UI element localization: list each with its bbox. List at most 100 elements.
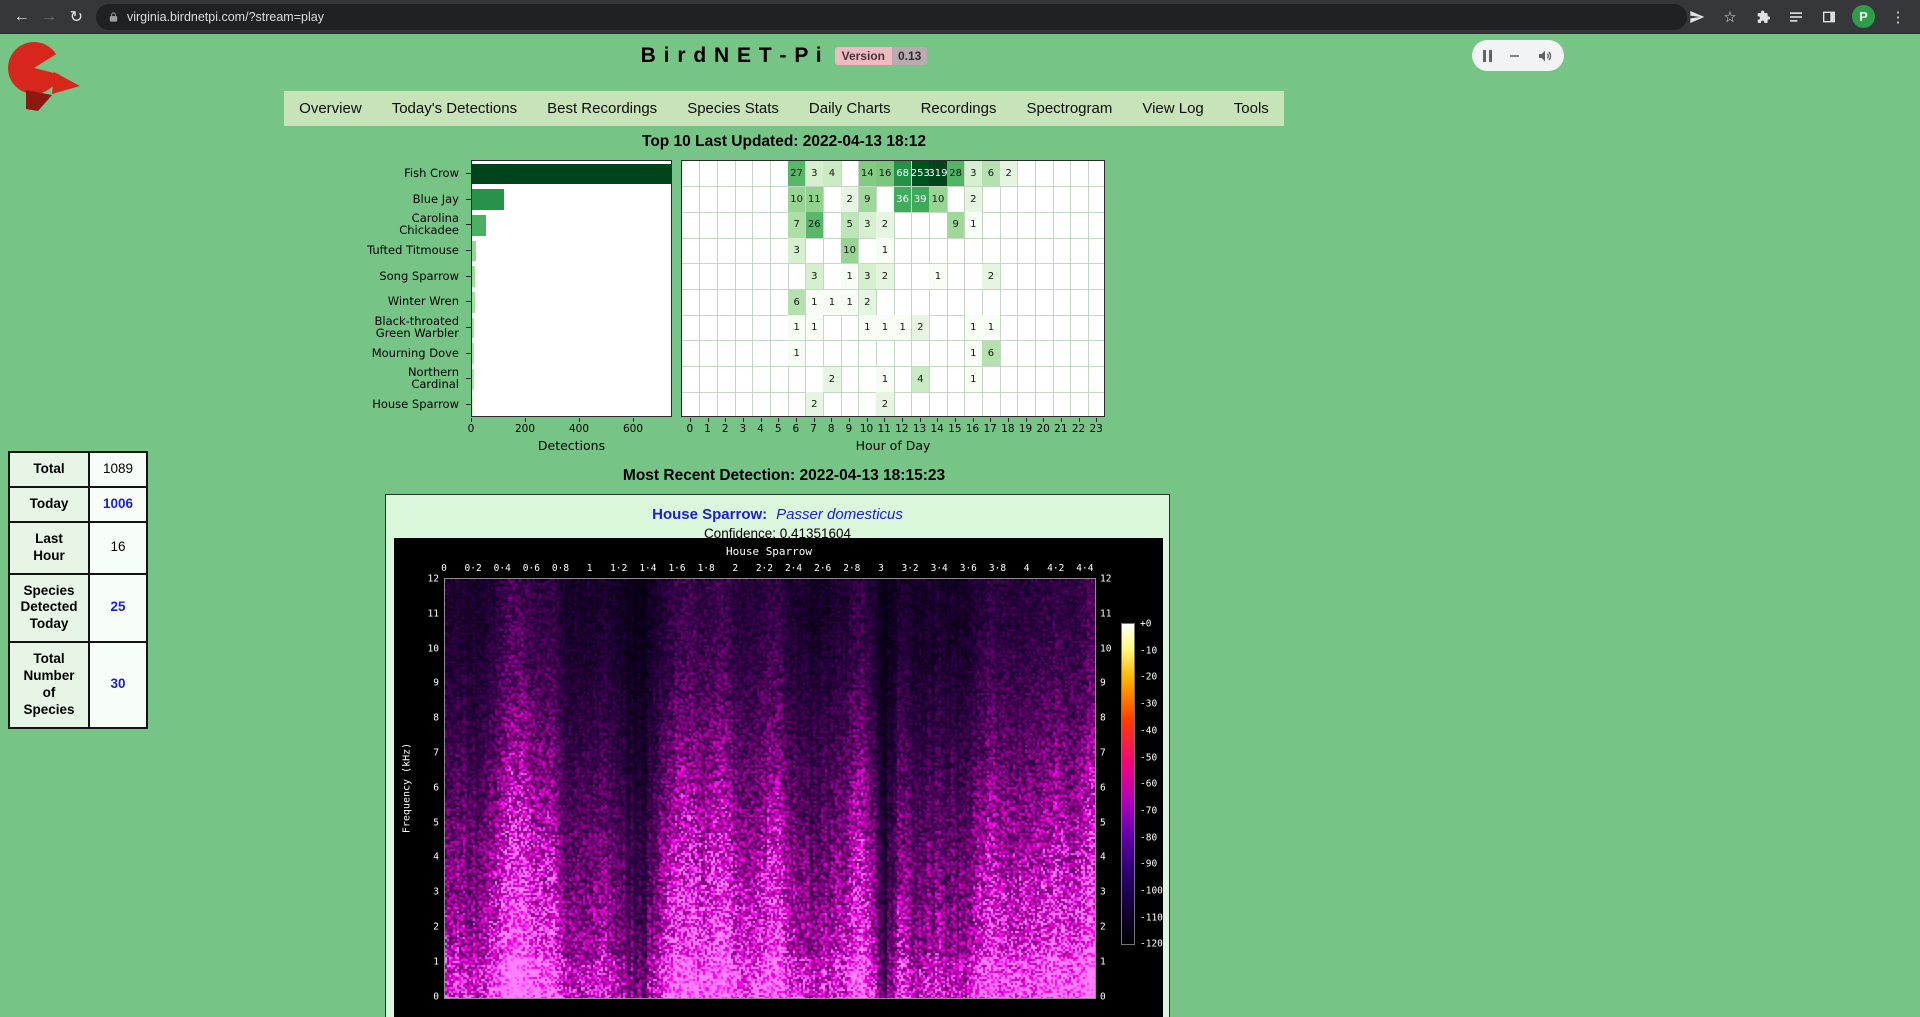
- heatmap-cell: 6: [788, 290, 806, 316]
- db-tick: +0: [1140, 619, 1151, 630]
- reload-icon[interactable]: ↻: [63, 3, 90, 31]
- heatmap-cell: 2: [806, 392, 824, 417]
- heatmap-cell: 1: [965, 212, 983, 238]
- stats-value[interactable]: 1006: [89, 487, 147, 522]
- heatmap-cell: 2: [823, 367, 841, 393]
- heatmap-cell: [717, 264, 735, 290]
- species-latin-link[interactable]: Passer domesticus: [776, 506, 903, 523]
- heatmap-cell: [1071, 264, 1089, 290]
- nav-item-species-stats[interactable]: Species Stats: [672, 91, 794, 126]
- heatmap-cell: [894, 392, 912, 417]
- hour-tick: 13: [913, 423, 926, 435]
- heatmap-cell: [717, 341, 735, 367]
- heatmap-axis-label: Hour of Day: [681, 438, 1105, 453]
- heatmap-cell: [876, 341, 894, 367]
- heatmap-cell: [1035, 315, 1053, 341]
- heatmap-cell: 68: [894, 161, 912, 187]
- heatmap-cell: [1053, 341, 1071, 367]
- nav-item-recordings[interactable]: Recordings: [906, 91, 1012, 126]
- heatmap-cell: 28: [947, 161, 965, 187]
- heatmap-cell: [770, 392, 788, 417]
- x-tick-mark: [902, 418, 903, 422]
- heatmap-cell: [1035, 264, 1053, 290]
- heatmap-cell: 10: [841, 238, 859, 264]
- nav-item-spectrogram[interactable]: Spectrogram: [1011, 91, 1127, 126]
- profile-avatar[interactable]: P: [1852, 5, 1875, 28]
- reading-list-icon[interactable]: [1786, 7, 1806, 27]
- stats-value[interactable]: 30: [89, 642, 147, 728]
- db-tick: -120: [1140, 939, 1163, 950]
- heatmap-cell: [1000, 187, 1018, 213]
- nav-item-view-log[interactable]: View Log: [1127, 91, 1218, 126]
- db-tick: -80: [1140, 832, 1157, 843]
- bookmark-star-icon[interactable]: ☆: [1720, 7, 1740, 27]
- forward-icon[interactable]: →: [35, 3, 62, 31]
- heatmap-cell: [1018, 315, 1036, 341]
- heatmap-cell: [1035, 392, 1053, 417]
- pause-icon[interactable]: [1483, 50, 1492, 62]
- heatmap-cell: [1071, 341, 1089, 367]
- stats-value: 1089: [89, 452, 147, 487]
- nav-item-today-s-detections[interactable]: Today's Detections: [377, 91, 532, 126]
- x-tick-mark: [1043, 418, 1044, 422]
- x-tick-mark: [579, 418, 580, 422]
- heatmap-cell: [717, 290, 735, 316]
- side-panel-icon[interactable]: [1819, 7, 1839, 27]
- heatmap-cell: [753, 315, 771, 341]
- time-tick: 3·8: [989, 563, 1006, 574]
- player-time-dash: [1510, 55, 1519, 57]
- nav-item-tools[interactable]: Tools: [1219, 91, 1284, 126]
- heatmap-cell: [735, 238, 753, 264]
- nav-item-best-recordings[interactable]: Best Recordings: [532, 91, 672, 126]
- heatmap-cell: 1: [982, 315, 1000, 341]
- nav-item-overview[interactable]: Overview: [284, 91, 377, 126]
- time-tick: 0: [441, 563, 447, 574]
- x-tick-mark: [708, 418, 709, 422]
- heatmap-cell: [753, 367, 771, 393]
- x-tick-mark: [849, 418, 850, 422]
- detections-bar: [472, 164, 672, 185]
- freq-tick-left: 2: [394, 922, 439, 933]
- x-tick-mark: [525, 418, 526, 422]
- address-bar[interactable]: virginia.birdnetpi.com/?stream=play: [96, 4, 1687, 30]
- heatmap-cell: 1: [876, 315, 894, 341]
- stats-value[interactable]: 25: [89, 574, 147, 643]
- x-tick-mark: [831, 418, 832, 422]
- nav-item-daily-charts[interactable]: Daily Charts: [794, 91, 906, 126]
- heatmap-cell: [700, 264, 718, 290]
- heatmap-cell: [876, 290, 894, 316]
- heatmap-cell: 2: [859, 290, 877, 316]
- audio-player[interactable]: [1472, 40, 1564, 71]
- volume-icon[interactable]: [1537, 48, 1553, 64]
- stats-row: Species Detected Today25: [9, 574, 147, 643]
- heatmap-cell: 3: [859, 264, 877, 290]
- stats-value: 16: [89, 522, 147, 574]
- bar-x-tick: 0: [468, 423, 475, 435]
- heatmap-cell: 7: [788, 212, 806, 238]
- heatmap-cell: [735, 187, 753, 213]
- time-tick: 2: [732, 563, 738, 574]
- back-icon[interactable]: ←: [8, 3, 35, 31]
- extensions-icon[interactable]: [1753, 7, 1773, 27]
- hour-tick: 12: [895, 423, 908, 435]
- species-label: Northern Cardinal: [352, 366, 464, 392]
- heatmap-cell: 3: [806, 264, 824, 290]
- kebab-menu-icon[interactable]: ⋮: [1888, 7, 1908, 27]
- heatmap-cell: 1: [859, 315, 877, 341]
- heatmap-cell: [788, 264, 806, 290]
- heatmap-cell: 6: [982, 161, 1000, 187]
- bar-axis-label: Detections: [471, 438, 672, 453]
- heatmap-cell: [735, 212, 753, 238]
- heatmap-cell: [1035, 238, 1053, 264]
- heatmap-cell: [700, 315, 718, 341]
- heatmap-cell: [806, 238, 824, 264]
- heatmap-cell: [1088, 341, 1105, 367]
- send-icon[interactable]: [1687, 7, 1707, 27]
- heatmap-cell: [735, 161, 753, 187]
- detections-bar: [472, 343, 474, 364]
- heatmap-cell: [735, 367, 753, 393]
- heatmap-cell: [1000, 341, 1018, 367]
- species-common-link[interactable]: House Sparrow:: [652, 506, 767, 523]
- heatmap-cell: 2: [876, 392, 894, 417]
- freq-tick-right: 9: [1100, 678, 1106, 689]
